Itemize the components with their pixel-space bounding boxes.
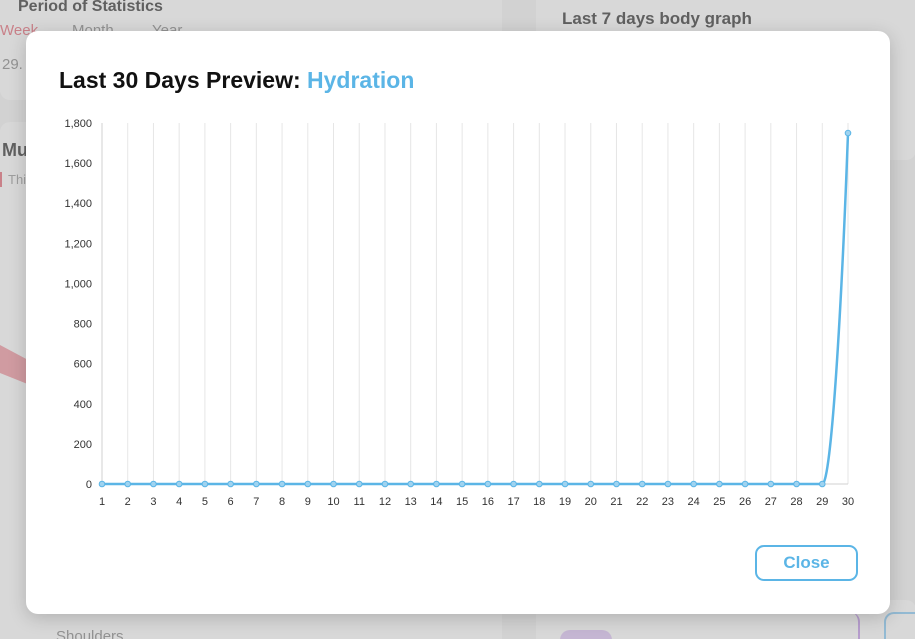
- data-point: [98, 480, 106, 488]
- x-tick-label: 13: [405, 496, 417, 508]
- data-point: [150, 480, 157, 488]
- x-tick-label: 2: [125, 496, 131, 508]
- data-point: [253, 480, 260, 488]
- y-tick-label: 0: [86, 479, 92, 491]
- x-tick-label: 3: [150, 496, 156, 508]
- data-point: [124, 480, 132, 488]
- x-tick-label: 1: [99, 496, 105, 508]
- x-tick-label: 29: [816, 496, 828, 508]
- x-tick-label: 15: [456, 496, 468, 508]
- x-tick-label: 22: [636, 496, 648, 508]
- data-point: [536, 480, 543, 488]
- y-tick-label: 400: [74, 399, 92, 411]
- data-point: [818, 480, 826, 488]
- x-tick-label: 28: [790, 496, 802, 508]
- y-tick-label: 1,000: [64, 278, 92, 290]
- hydration-chart: 0 200 400 600 800 1,000 1,200 1,400 1,600 1,800 1…: [64, 118, 854, 508]
- preview-modal: Last 30 Days Preview: Hydration 0 200 400 6…: [26, 31, 890, 614]
- y-tick-label: 1,800: [64, 118, 92, 130]
- data-point: [381, 480, 389, 488]
- data-point: [175, 480, 183, 488]
- y-tick-labels: 0 200 400 600 800 1,000 1,200 1,400 1,600 1,800: [64, 118, 92, 491]
- data-point: [201, 480, 209, 488]
- y-tick-label: 1,600: [64, 158, 92, 170]
- x-tick-label: 12: [379, 496, 391, 508]
- data-point: [407, 480, 414, 488]
- data-point: [716, 480, 723, 488]
- data-point: [355, 480, 363, 488]
- x-tick-label: 16: [482, 496, 494, 508]
- x-tick-label: 30: [842, 496, 854, 508]
- x-tick-label: 18: [533, 496, 545, 508]
- data-point: [510, 480, 517, 488]
- data-point: [484, 480, 492, 488]
- chart-grid: [101, 123, 849, 484]
- series-line: [102, 132, 850, 486]
- data-point: [767, 480, 775, 488]
- data-point: [227, 480, 234, 488]
- data-point: [278, 480, 286, 488]
- x-tick-label: 20: [585, 496, 597, 508]
- chart-axes: [101, 123, 848, 485]
- x-tick-label: 4: [176, 496, 182, 508]
- x-tick-label: 7: [253, 496, 259, 508]
- data-point: [458, 480, 466, 488]
- data-point: [433, 480, 440, 488]
- x-tick-label: 14: [430, 496, 442, 508]
- data-point: [638, 480, 646, 488]
- data-point: [561, 480, 569, 488]
- close-button[interactable]: Close: [755, 545, 858, 581]
- chart-series: [98, 129, 852, 488]
- data-point: [690, 480, 697, 488]
- data-point: [844, 129, 852, 137]
- x-tick-label: 21: [610, 496, 622, 508]
- x-tick-label: 8: [279, 496, 285, 508]
- y-tick-label: 200: [74, 439, 92, 451]
- x-tick-label: 5: [202, 496, 208, 508]
- data-point: [587, 480, 595, 488]
- x-tick-label: 25: [713, 496, 725, 508]
- x-tick-label: 9: [305, 496, 311, 508]
- x-tick-label: 11: [354, 496, 365, 508]
- data-point: [304, 480, 312, 488]
- y-tick-label: 800: [74, 319, 92, 331]
- data-point: [613, 480, 620, 488]
- x-tick-label: 6: [228, 496, 234, 508]
- data-point: [793, 480, 800, 488]
- data-point: [741, 480, 749, 488]
- y-tick-label: 600: [74, 359, 92, 371]
- x-tick-label: 17: [507, 496, 519, 508]
- data-point: [664, 480, 672, 488]
- x-tick-label: 27: [765, 496, 777, 508]
- x-tick-labels: 1 2 3 4 5 6 7 8 9 10 11 12 13 14 15 16 17 18 19 20 21 22 23 24 2…: [99, 496, 854, 508]
- x-tick-label: 24: [688, 496, 700, 508]
- x-tick-label: 10: [327, 496, 339, 508]
- y-tick-label: 1,400: [64, 198, 92, 210]
- y-tick-label: 1,200: [64, 238, 92, 250]
- x-tick-label: 19: [559, 496, 571, 508]
- data-point: [330, 480, 337, 488]
- x-tick-label: 26: [739, 496, 751, 508]
- x-tick-label: 23: [662, 496, 674, 508]
